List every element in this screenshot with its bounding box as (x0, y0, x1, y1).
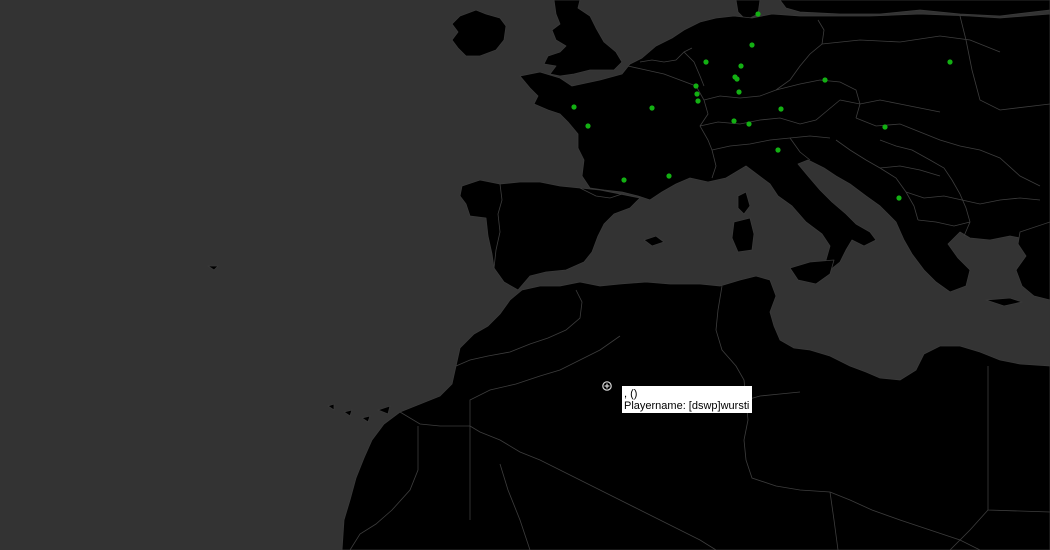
player-marker[interactable] (738, 63, 744, 69)
player-marker[interactable] (585, 123, 591, 129)
player-marker[interactable] (896, 195, 902, 201)
player-marker[interactable] (947, 59, 953, 65)
player-marker[interactable] (695, 98, 701, 104)
player-marker[interactable] (731, 118, 737, 124)
player-marker[interactable] (703, 59, 709, 65)
player-marker[interactable] (755, 11, 761, 17)
world-map[interactable] (0, 0, 1050, 550)
player-marker[interactable] (775, 147, 781, 153)
crosshair-cursor-icon (602, 381, 612, 391)
player-marker[interactable] (778, 106, 784, 112)
player-marker[interactable] (749, 42, 755, 48)
player-marker[interactable] (666, 173, 672, 179)
player-marker[interactable] (882, 124, 888, 130)
player-marker[interactable] (693, 83, 699, 89)
player-tooltip: , () Playername: [dswp]wursti (622, 386, 753, 413)
player-marker[interactable] (571, 104, 577, 110)
player-marker[interactable] (649, 105, 655, 111)
player-marker[interactable] (746, 121, 752, 127)
tooltip-playername: Playername: [dswp]wursti (624, 400, 750, 412)
player-marker[interactable] (694, 91, 700, 97)
player-marker[interactable] (822, 77, 828, 83)
player-marker[interactable] (734, 76, 740, 82)
player-marker[interactable] (736, 89, 742, 95)
player-marker[interactable] (621, 177, 627, 183)
tooltip-location: , () (624, 388, 638, 400)
